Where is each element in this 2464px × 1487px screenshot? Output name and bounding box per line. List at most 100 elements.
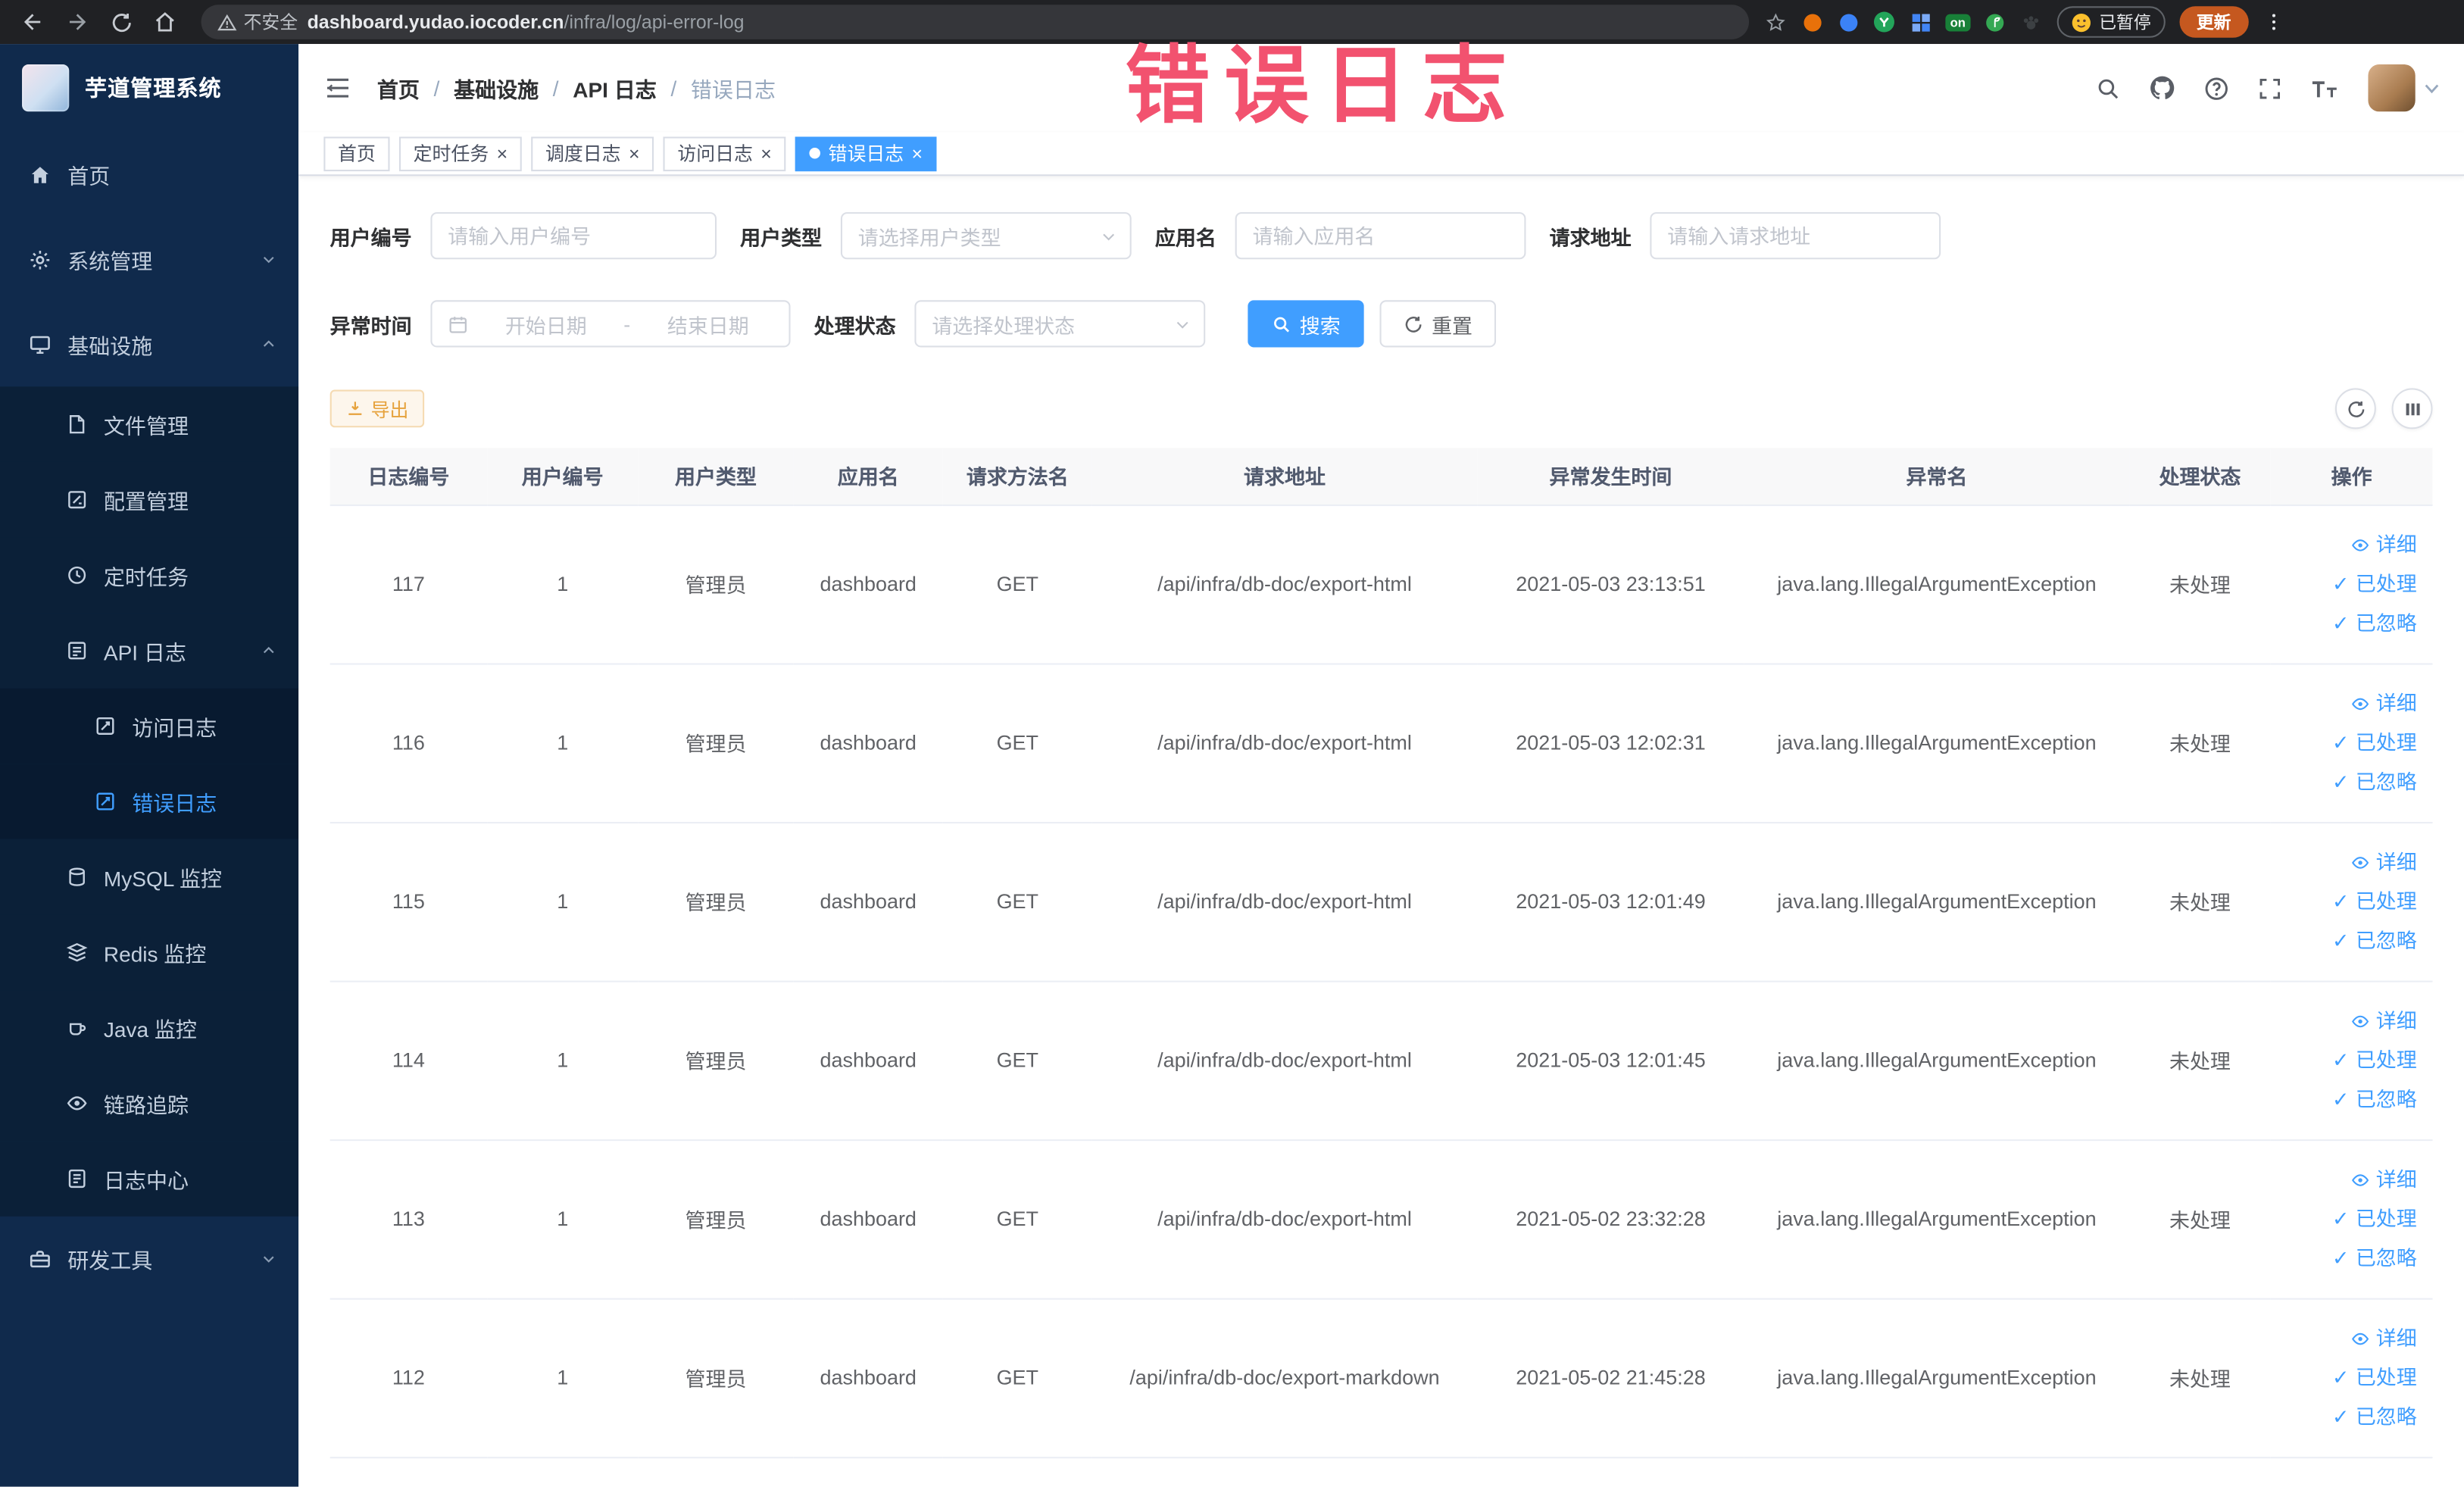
breadcrumb-item-api-log[interactable]: API 日志 bbox=[573, 72, 657, 103]
app-name-input[interactable] bbox=[1235, 212, 1526, 260]
caret-down-icon bbox=[2425, 83, 2439, 93]
mark-processed-link[interactable]: ✓ 已处理 bbox=[2277, 1040, 2417, 1079]
sidebar-item-label: 系统管理 bbox=[67, 249, 153, 273]
sidebar-item-config-management[interactable]: 配置管理 bbox=[0, 461, 299, 538]
active-dot bbox=[809, 148, 821, 159]
export-button[interactable]: 导出 bbox=[329, 389, 425, 428]
user-type-select[interactable]: 请选择用户类型 bbox=[840, 212, 1132, 260]
font-size-icon[interactable] bbox=[2310, 75, 2341, 102]
avatar bbox=[2368, 64, 2416, 112]
security-indicator[interactable]: 不安全 bbox=[217, 9, 298, 34]
forward-icon[interactable] bbox=[57, 3, 98, 41]
cell-time: 2021-05-03 23:13:51 bbox=[1477, 504, 1744, 664]
col-request-url: 请求地址 bbox=[1091, 448, 1478, 505]
detail-link[interactable]: 详细 bbox=[2277, 1160, 2417, 1199]
tag-scheduled-tasks[interactable]: 定时任务 × bbox=[398, 136, 522, 171]
sidebar-item-api-log[interactable]: API 日志 bbox=[0, 613, 299, 689]
logo[interactable]: 芋道管理系统 bbox=[0, 44, 298, 132]
extension-paw-icon[interactable] bbox=[2021, 11, 2043, 33]
bookmark-star-icon[interactable] bbox=[1765, 11, 1787, 33]
user-id-input[interactable] bbox=[430, 212, 717, 260]
detail-link[interactable]: 详细 bbox=[2277, 1001, 2417, 1041]
cell-method: GET bbox=[942, 504, 1092, 664]
update-button[interactable]: 更新 bbox=[2179, 6, 2249, 38]
tag-access-log[interactable]: 访问日志 × bbox=[663, 136, 786, 171]
close-icon[interactable]: × bbox=[497, 144, 508, 163]
detail-link[interactable]: 详细 bbox=[2277, 1319, 2417, 1358]
request-url-input[interactable] bbox=[1650, 212, 1941, 260]
mark-processed-link[interactable]: ✓ 已处理 bbox=[2277, 564, 2417, 604]
sidebar-item-file-management[interactable]: 文件管理 bbox=[0, 386, 299, 462]
sidebar-item-trace[interactable]: 链路追踪 bbox=[0, 1065, 299, 1142]
timer-icon bbox=[68, 566, 86, 584]
breadcrumb-item-infrastructure[interactable]: 基础设施 bbox=[454, 72, 539, 103]
mark-ignored-link[interactable]: ✓ 已忽略 bbox=[2277, 1079, 2417, 1119]
back-icon[interactable] bbox=[13, 3, 54, 41]
process-status-select[interactable]: 请选择处理状态 bbox=[914, 300, 1206, 348]
collapse-sidebar-icon[interactable] bbox=[323, 74, 351, 102]
breadcrumb-item-home[interactable]: 首页 bbox=[377, 72, 420, 103]
sidebar-item-access-log[interactable]: 访问日志 bbox=[0, 688, 299, 764]
home-icon[interactable] bbox=[145, 3, 186, 41]
reload-icon[interactable] bbox=[101, 3, 142, 41]
sidebar-item-mysql-monitor[interactable]: MySQL 监控 bbox=[0, 839, 299, 915]
sidebar-item-log-center[interactable]: 日志中心 bbox=[0, 1141, 299, 1217]
sidebar-item-label: 配置管理 bbox=[103, 490, 189, 514]
date-range-picker[interactable]: 开始日期 - 结束日期 bbox=[430, 300, 791, 348]
tag-home[interactable]: 首页 bbox=[323, 136, 390, 171]
cell-user-type: 管理员 bbox=[638, 822, 794, 982]
sidebar-item-error-log[interactable]: 错误日志 bbox=[0, 764, 299, 839]
extension-blue-icon[interactable] bbox=[1837, 11, 1859, 33]
search-button[interactable]: 搜索 bbox=[1248, 300, 1364, 348]
sidebar-item-system[interactable]: 系统管理 bbox=[0, 217, 298, 301]
extension-orange-icon[interactable] bbox=[1801, 11, 1823, 33]
mark-ignored-link[interactable]: ✓ 已忽略 bbox=[2277, 921, 2417, 961]
refresh-table-button[interactable] bbox=[2334, 388, 2376, 430]
extension-on-badge[interactable]: on bbox=[1945, 13, 1971, 31]
mark-ignored-link[interactable]: ✓ 已忽略 bbox=[2277, 604, 2417, 643]
tags-view: 首页 定时任务 × 调度日志 × 访问日志 × 错误日志 × bbox=[298, 132, 2464, 177]
extension-green-icon[interactable] bbox=[1873, 11, 1895, 33]
cell-url: /api/infra/db-doc/export-html bbox=[1091, 663, 1478, 823]
browser-menu-icon[interactable] bbox=[2263, 11, 2284, 33]
fullscreen-icon[interactable] bbox=[2256, 75, 2283, 102]
mark-ignored-link[interactable]: ✓ 已忽略 bbox=[2277, 1397, 2417, 1436]
sidebar-item-infrastructure[interactable]: 基础设施 bbox=[0, 301, 298, 386]
search-icon[interactable] bbox=[2094, 75, 2121, 102]
sidebar-item-home[interactable]: 首页 bbox=[0, 132, 298, 217]
sidebar-item-redis-monitor[interactable]: Redis 监控 bbox=[0, 914, 299, 991]
mark-processed-link[interactable]: ✓ 已处理 bbox=[2277, 1199, 2417, 1239]
help-icon[interactable] bbox=[2203, 75, 2230, 102]
col-status: 处理状态 bbox=[2129, 448, 2271, 505]
check-icon: ✓ bbox=[2331, 1207, 2350, 1231]
extension-leaf-icon[interactable] bbox=[1985, 11, 2006, 33]
tag-error-log[interactable]: 错误日志 × bbox=[795, 136, 937, 171]
tag-label: 错误日志 bbox=[828, 142, 904, 165]
tag-schedule-log[interactable]: 调度日志 × bbox=[531, 136, 654, 171]
sidebar-item-label: 基础设施 bbox=[67, 334, 153, 359]
detail-link[interactable]: 详细 bbox=[2277, 842, 2417, 882]
mark-ignored-link[interactable]: ✓ 已忽略 bbox=[2277, 1239, 2417, 1278]
mark-ignored-link[interactable]: ✓ 已忽略 bbox=[2277, 762, 2417, 801]
mark-processed-link[interactable]: ✓ 已处理 bbox=[2277, 723, 2417, 762]
mark-processed-link[interactable]: ✓ 已处理 bbox=[2277, 1357, 2417, 1397]
github-icon[interactable] bbox=[2148, 74, 2176, 102]
address-bar[interactable]: 不安全 dashboard.yudao.iocoder.cn/infra/log… bbox=[201, 5, 1750, 39]
detail-link[interactable]: 详细 bbox=[2277, 683, 2417, 723]
close-icon[interactable]: × bbox=[912, 144, 923, 163]
paused-badge[interactable]: 已暂停 bbox=[2056, 6, 2166, 38]
reset-button[interactable]: 重置 bbox=[1379, 300, 1497, 348]
user-menu[interactable] bbox=[2368, 64, 2439, 112]
cell-exception: java.lang.IllegalArgumentException bbox=[1744, 504, 2130, 664]
cell-log-id: 112 bbox=[329, 1298, 488, 1458]
detail-link[interactable]: 详细 bbox=[2277, 525, 2417, 564]
config-icon bbox=[68, 491, 86, 509]
sidebar-item-scheduled-tasks[interactable]: 定时任务 bbox=[0, 537, 299, 614]
sidebar-item-java-monitor[interactable]: Java 监控 bbox=[0, 990, 299, 1066]
close-icon[interactable]: × bbox=[629, 144, 640, 163]
sidebar-item-dev-tools[interactable]: 研发工具 bbox=[0, 1217, 298, 1301]
extension-grid-icon[interactable] bbox=[1910, 11, 1932, 33]
close-icon[interactable]: × bbox=[760, 144, 772, 163]
mark-processed-link[interactable]: ✓ 已处理 bbox=[2277, 882, 2417, 921]
column-settings-button[interactable] bbox=[2391, 388, 2433, 430]
